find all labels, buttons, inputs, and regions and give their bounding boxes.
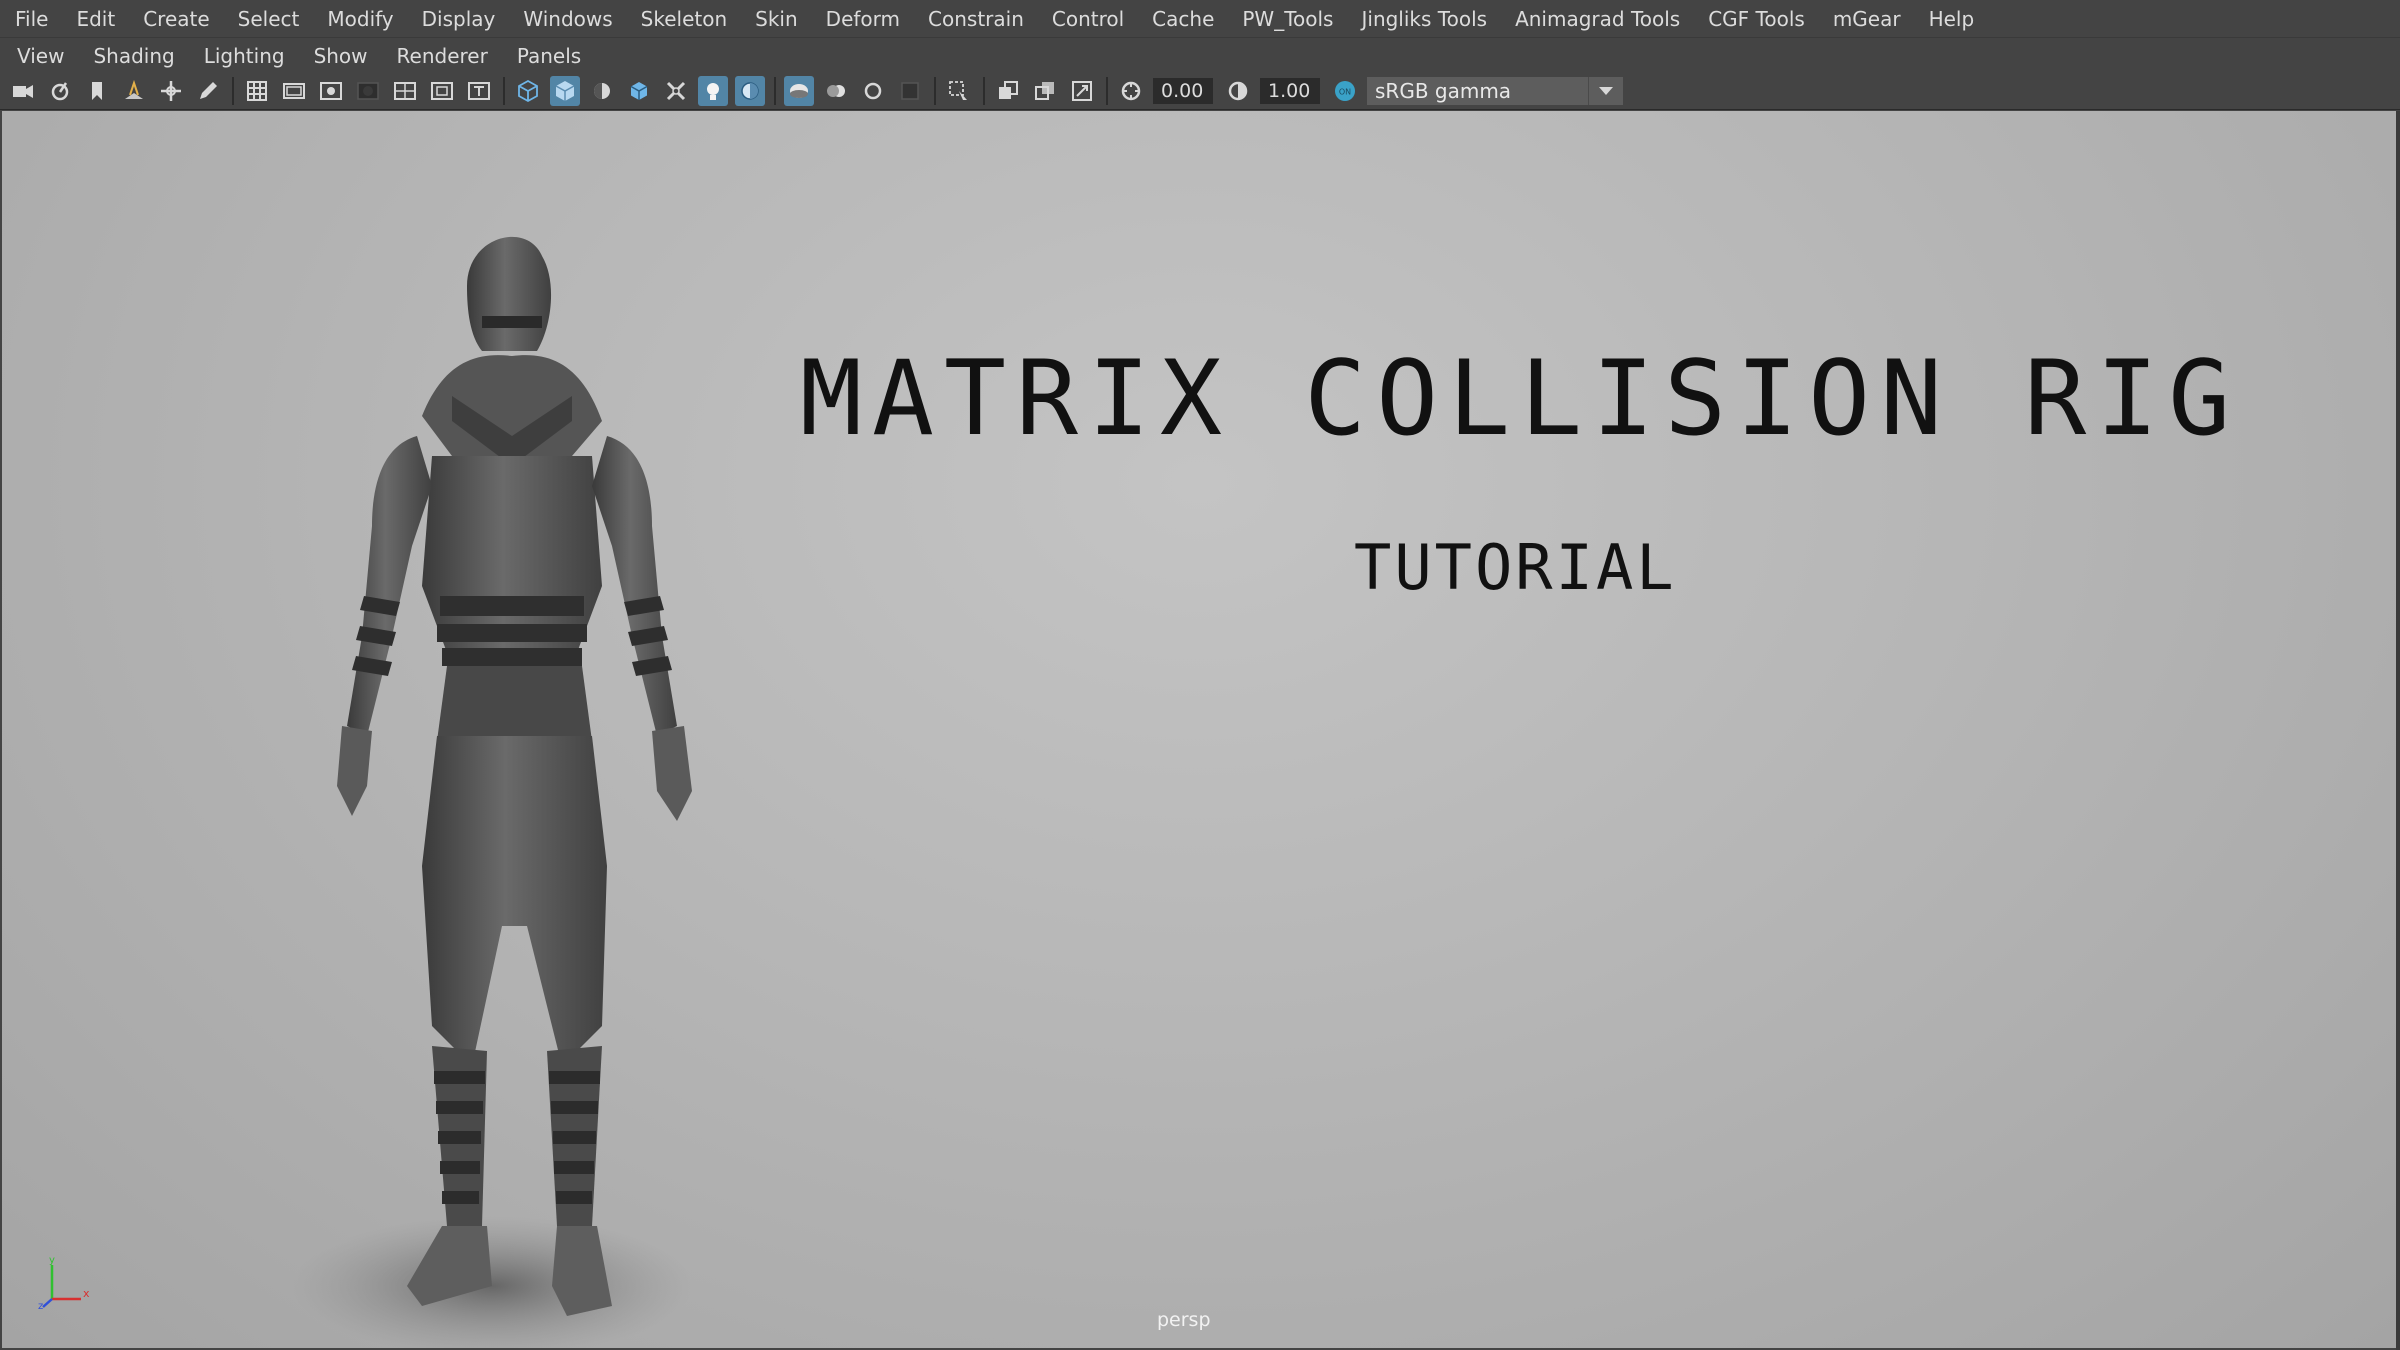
panel-menu-panels[interactable]: Panels [517, 44, 581, 68]
film-gate-icon[interactable] [279, 76, 309, 106]
toolbar-separator [503, 77, 505, 105]
dropdown-arrow-icon [1588, 77, 1623, 105]
safe-action-icon[interactable] [427, 76, 457, 106]
menu-help[interactable]: Help [1929, 7, 1975, 31]
camera-name-label: persp [1157, 1309, 1211, 1331]
panel-menu-shading[interactable]: Shading [93, 44, 174, 68]
menu-constrain[interactable]: Constrain [928, 7, 1024, 31]
smooth-shade-icon[interactable] [550, 76, 580, 106]
exposure-field[interactable]: 0.00 [1153, 78, 1213, 104]
menu-file[interactable]: File [15, 7, 48, 31]
xray-joints-icon[interactable] [993, 76, 1023, 106]
axis-gizmo-icon: y x z [38, 1255, 90, 1311]
viewport-border [2396, 111, 2400, 1350]
menu-modify[interactable]: Modify [327, 7, 393, 31]
toolbar-separator [232, 77, 234, 105]
menu-cache[interactable]: Cache [1152, 7, 1214, 31]
axis-label-z: z [38, 1301, 43, 1311]
depth-of-field-icon[interactable] [895, 76, 925, 106]
safe-title-icon[interactable] [464, 76, 494, 106]
colorspace-dropdown[interactable]: sRGB gamma [1367, 77, 1623, 105]
default-material-icon[interactable] [587, 76, 617, 106]
panel-menu-renderer[interactable]: Renderer [397, 44, 488, 68]
grid-icon[interactable] [242, 76, 272, 106]
motion-blur-icon[interactable] [821, 76, 851, 106]
xray-active-icon[interactable] [1030, 76, 1060, 106]
character-model[interactable] [272, 166, 772, 1348]
screen-space-ao-icon[interactable] [784, 76, 814, 106]
bookmark-icon[interactable] [82, 76, 112, 106]
backface-culling-icon[interactable] [1067, 76, 1097, 106]
camera-icon[interactable] [8, 76, 38, 106]
resolution-gate-icon[interactable] [316, 76, 346, 106]
exposure-icon[interactable] [1116, 76, 1146, 106]
image-plane-icon[interactable] [119, 76, 149, 106]
gate-mask-icon[interactable] [353, 76, 383, 106]
menu-cgf-tools[interactable]: CGF Tools [1708, 7, 1805, 31]
panel-menu-show[interactable]: Show [314, 44, 368, 68]
menu-edit[interactable]: Edit [76, 7, 115, 31]
menu-deform[interactable]: Deform [826, 7, 900, 31]
panel-menu-bar: View Shading Lighting Show Renderer Panels [0, 37, 2400, 73]
isolate-select-icon[interactable] [944, 76, 974, 106]
gamma-icon[interactable] [1223, 76, 1253, 106]
axis-label-y: y [49, 1255, 55, 1266]
camera-attributes-icon[interactable] [45, 76, 75, 106]
menu-pw-tools[interactable]: PW_Tools [1242, 7, 1333, 31]
menu-jingliks-tools[interactable]: Jingliks Tools [1361, 7, 1487, 31]
axis-label-x: x [83, 1287, 90, 1300]
use-all-lights-icon[interactable] [698, 76, 728, 106]
toolbar-separator [934, 77, 936, 105]
menu-mgear[interactable]: mGear [1833, 7, 1901, 31]
colorspace-label: sRGB gamma [1375, 79, 1512, 103]
xray-icon[interactable] [661, 76, 691, 106]
2d-pan-zoom-icon[interactable] [156, 76, 186, 106]
menu-display[interactable]: Display [422, 7, 496, 31]
menu-skin[interactable]: Skin [755, 7, 798, 31]
color-management-toggle-label: ON [1339, 88, 1351, 97]
shadows-icon[interactable] [735, 76, 765, 106]
toolbar-separator [1106, 77, 1108, 105]
anti-aliasing-icon[interactable] [858, 76, 888, 106]
main-menu-bar: File Edit Create Select Modify Display Windows… [0, 0, 2400, 37]
menu-select[interactable]: Select [238, 7, 300, 31]
title-text: MATRIX COLLISION RIG [800, 339, 2241, 459]
wireframe-on-shaded-icon[interactable] [624, 76, 654, 106]
menu-windows[interactable]: Windows [523, 7, 612, 31]
panel-menu-lighting[interactable]: Lighting [204, 44, 285, 68]
menu-control[interactable]: Control [1052, 7, 1124, 31]
subtitle-text: TUTORIAL [1354, 531, 1677, 604]
panel-menu-view[interactable]: View [17, 44, 64, 68]
panel-toolbar: 0.00 1.00 ON sRGB gamma [0, 73, 2400, 110]
menu-animagrad-tools[interactable]: Animagrad Tools [1515, 7, 1680, 31]
menu-create[interactable]: Create [143, 7, 209, 31]
grease-pencil-icon[interactable] [193, 76, 223, 106]
gamma-field[interactable]: 1.00 [1260, 78, 1320, 104]
menu-skeleton[interactable]: Skeleton [641, 7, 727, 31]
maya-window: File Edit Create Select Modify Display Windows… [0, 0, 2400, 1350]
field-chart-icon[interactable] [390, 76, 420, 106]
toolbar-separator [983, 77, 985, 105]
color-management-icon[interactable]: ON [1330, 76, 1360, 106]
viewport-persp[interactable]: MATRIX COLLISION RIG TUTORIAL persp y x … [2, 111, 2396, 1348]
toolbar-separator [774, 77, 776, 105]
wireframe-icon[interactable] [513, 76, 543, 106]
